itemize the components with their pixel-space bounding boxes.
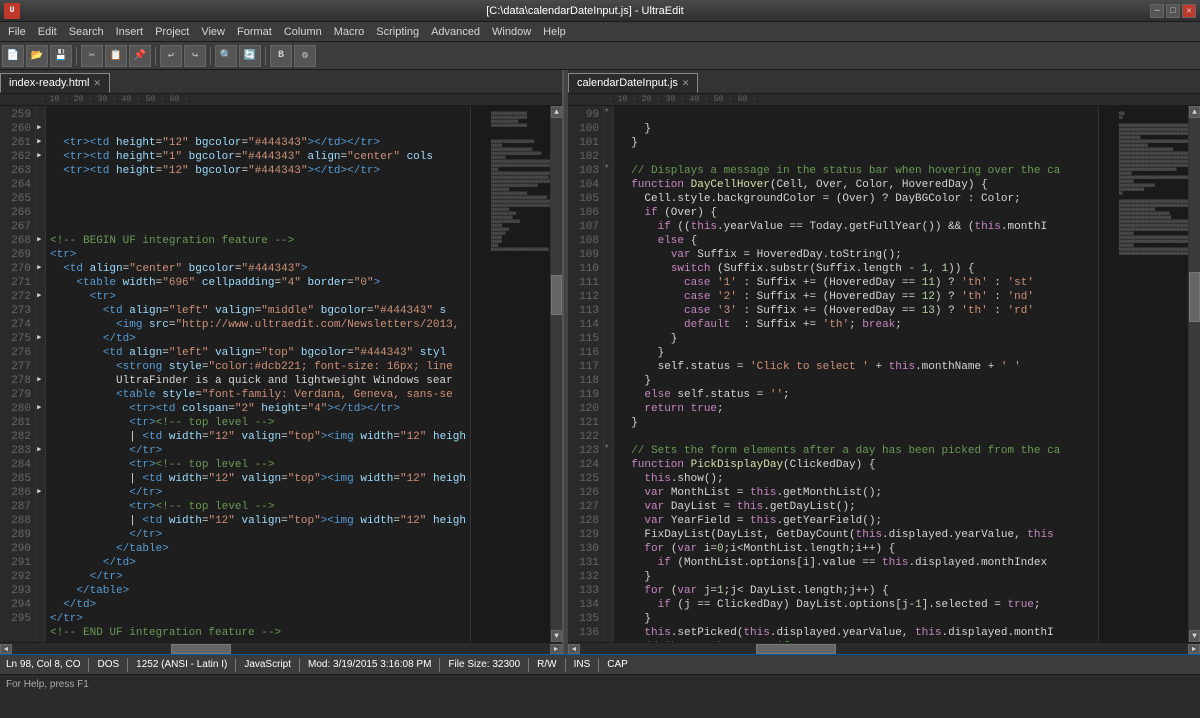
right-code-content[interactable]: } } // Displays a message in the status … [614, 106, 1098, 642]
open-button[interactable]: 📂 [26, 45, 48, 67]
menu-advanced[interactable]: Advanced [425, 25, 486, 39]
minimize-button[interactable]: ─ [1150, 4, 1164, 18]
menu-column[interactable]: Column [278, 25, 328, 39]
right-editor-panel: calendarDateInput.js ✕ · 10 · 20 · 30 · … [568, 70, 1200, 654]
right-tab-bar: calendarDateInput.js ✕ [568, 70, 1200, 94]
status-sep-3 [235, 658, 236, 672]
toolbar-sep-3 [210, 47, 211, 65]
status-sep-5 [439, 658, 440, 672]
left-fold-markers: ▸▸▸ ▸▸ ▸ ▸▸ ▸ ▸▸ [36, 106, 46, 642]
status-sep-1 [88, 658, 89, 672]
save-button[interactable]: 💾 [50, 45, 72, 67]
status-format: DOS [97, 659, 119, 670]
status-filesize: File Size: 32300 [448, 659, 520, 670]
settings-button[interactable]: ⚙ [294, 45, 316, 67]
cut-button[interactable]: ✂ [81, 45, 103, 67]
menu-project[interactable]: Project [149, 25, 195, 39]
status-sep-4 [299, 658, 300, 672]
toolbar: 📄 📂 💾 ✂ 📋 📌 ↩ ↪ 🔍 🔄 B ⚙ [0, 42, 1200, 70]
tab-index-html[interactable]: index-ready.html ✕ [0, 73, 110, 93]
status-sep-6 [528, 658, 529, 672]
right-line-numbers: 99 100 101 102 103 104 105 106 107 108 1… [568, 106, 604, 642]
status-sep-7 [565, 658, 566, 672]
status-encoding: 1252 (ANSI - Latin I) [136, 659, 227, 670]
menu-view[interactable]: View [195, 25, 231, 39]
menu-window[interactable]: Window [486, 25, 537, 39]
left-hscroll[interactable]: ◄ ► [0, 642, 562, 654]
left-minimap: ████████████████████ ███████████████████… [470, 106, 550, 642]
app-icon: U [4, 3, 20, 19]
find-button[interactable]: 🔍 [215, 45, 237, 67]
status-caps: CAP [607, 659, 628, 670]
help-bar: For Help, press F1 [0, 674, 1200, 694]
menu-search[interactable]: Search [63, 25, 110, 39]
window-title: [C:\data\calendarDateInput.js] - UltraEd… [20, 5, 1150, 17]
left-scrollbar[interactable]: ▲ ▼ [550, 106, 562, 642]
left-tab-bar: index-ready.html ✕ [0, 70, 562, 94]
status-ins: INS [574, 659, 591, 670]
status-modified: Mod: 3/19/2015 3:16:08 PM [308, 659, 431, 670]
status-language: JavaScript [244, 659, 291, 670]
left-line-numbers: 259 260 261 262 263 264 265 266 267 268 … [0, 106, 36, 642]
menu-bar: File Edit Search Insert Project View For… [0, 22, 1200, 42]
new-button[interactable]: 📄 [2, 45, 24, 67]
tab-label: calendarDateInput.js [577, 77, 678, 89]
menu-file[interactable]: File [2, 25, 32, 39]
left-ruler: · 10 · 20 · 30 · 40 · 50 · 60 · [0, 94, 562, 106]
toolbar-sep-2 [155, 47, 156, 65]
status-sep-2 [127, 658, 128, 672]
menu-format[interactable]: Format [231, 25, 278, 39]
menu-scripting[interactable]: Scripting [370, 25, 425, 39]
right-scrollbar[interactable]: ▲ ▼ [1188, 106, 1200, 642]
status-bar: Ln 98, Col 8, CO DOS 1252 (ANSI - Latin … [0, 654, 1200, 674]
left-code-area[interactable]: 259 260 261 262 263 264 265 266 267 268 … [0, 106, 562, 642]
title-bar: U [C:\data\calendarDateInput.js] - Ultra… [0, 0, 1200, 22]
menu-insert[interactable]: Insert [110, 25, 150, 39]
right-code-area[interactable]: 99 100 101 102 103 104 105 106 107 108 1… [568, 106, 1200, 642]
right-ruler: · 10 · 20 · 30 · 40 · 50 · 60 · [568, 94, 1200, 106]
help-text: For Help, press F1 [6, 679, 89, 690]
tab-label: index-ready.html [9, 77, 90, 89]
menu-help[interactable]: Help [537, 25, 572, 39]
close-button[interactable]: ✕ [1182, 4, 1196, 18]
maximize-button[interactable]: □ [1166, 4, 1180, 18]
toolbar-sep-4 [265, 47, 266, 65]
right-minimap: ███ ██ █████████████████████████████████… [1098, 106, 1188, 642]
right-fold-markers: ▾ ▾ [604, 106, 614, 642]
left-code-content[interactable]: <tr><td height="12" bgcolor="#444343"></… [46, 106, 470, 642]
copy-button[interactable]: 📋 [105, 45, 127, 67]
menu-macro[interactable]: Macro [328, 25, 371, 39]
status-sep-8 [598, 658, 599, 672]
redo-button[interactable]: ↪ [184, 45, 206, 67]
menu-edit[interactable]: Edit [32, 25, 63, 39]
bold-button[interactable]: B [270, 45, 292, 67]
status-mode: R/W [537, 659, 556, 670]
status-position: Ln 98, Col 8, CO [6, 659, 80, 670]
undo-button[interactable]: ↩ [160, 45, 182, 67]
tab-close-icon[interactable]: ✕ [682, 78, 690, 89]
toolbar-sep-1 [76, 47, 77, 65]
right-hscroll[interactable]: ◄ ► [568, 642, 1200, 654]
paste-button[interactable]: 📌 [129, 45, 151, 67]
tab-calendar-js[interactable]: calendarDateInput.js ✕ [568, 73, 698, 93]
tab-close-icon[interactable]: ✕ [94, 78, 102, 89]
replace-button[interactable]: 🔄 [239, 45, 261, 67]
left-editor-panel: index-ready.html ✕ · 10 · 20 · 30 · 40 ·… [0, 70, 564, 654]
